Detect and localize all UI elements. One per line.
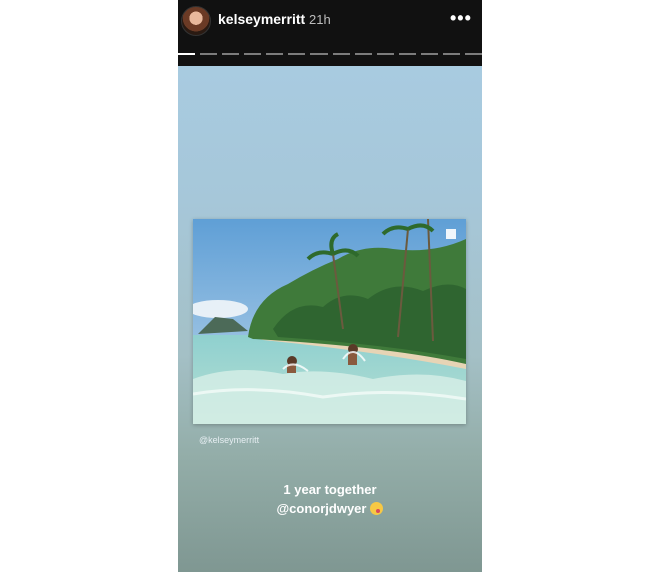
progress-segment [354,53,372,55]
progress-segment [465,53,482,55]
story-header: kelseymerritt 21h ••• [178,0,482,66]
progress-segment [200,53,218,55]
more-icon[interactable]: ••• [450,8,472,29]
shared-post-photo[interactable] [193,219,466,424]
timestamp: 21h [309,12,331,27]
progress-bar [178,53,482,56]
progress-segment [420,53,438,55]
multi-photo-icon [446,229,456,239]
winking-face-icon [370,502,384,515]
progress-segment [332,53,350,55]
progress-segment [376,53,394,55]
progress-segment [442,53,461,55]
progress-segment [178,53,196,55]
username[interactable]: kelseymerritt [218,11,305,27]
progress-segment [288,53,306,55]
progress-segment [266,53,284,55]
progress-segment [244,53,262,55]
caption-text: 1 year together [283,482,377,497]
progress-segment [222,53,240,55]
story-viewer[interactable]: kelseymerritt 21h ••• @kelseymerritt 1 y… [178,0,482,572]
user-mention[interactable]: @conorjdwyer [277,501,367,516]
progress-segment [398,53,416,55]
progress-segment [310,53,328,55]
mention-caption: @conorjdwyer [178,501,482,516]
avatar[interactable] [181,6,211,36]
photo-credit[interactable]: @kelseymerritt [199,435,259,445]
